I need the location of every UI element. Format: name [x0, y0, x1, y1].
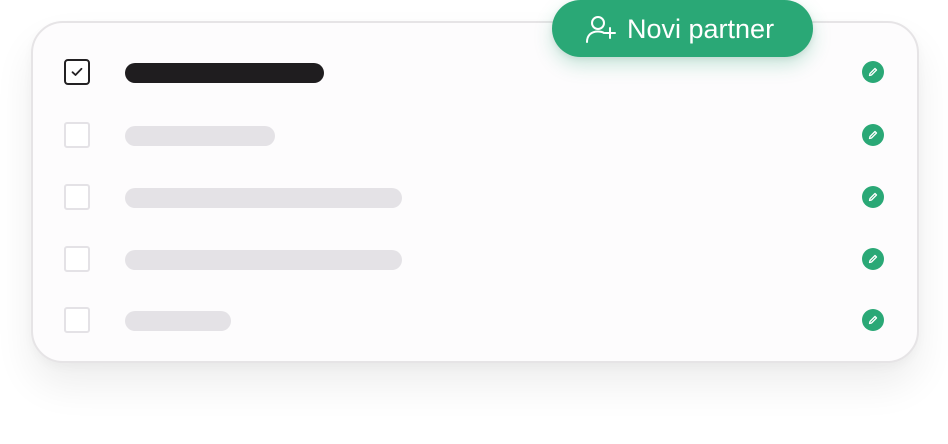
edit-button[interactable] [862, 186, 884, 208]
row-checkbox-checked[interactable] [64, 59, 90, 85]
pencil-icon [868, 67, 878, 77]
edit-button[interactable] [862, 309, 884, 331]
loading-name-placeholder [125, 311, 231, 331]
edit-button[interactable] [862, 248, 884, 270]
pencil-icon [868, 130, 878, 140]
list-item[interactable] [33, 241, 917, 281]
list-item[interactable] [33, 302, 917, 342]
list-item[interactable] [33, 117, 917, 157]
partner-list-card [31, 21, 919, 363]
new-partner-button[interactable]: Novi partner [552, 0, 813, 57]
redacted-name-placeholder [125, 63, 324, 83]
row-checkbox[interactable] [64, 307, 90, 333]
pencil-icon [868, 192, 878, 202]
checkmark-icon [71, 67, 83, 76]
pencil-icon [868, 254, 878, 264]
pencil-icon [868, 315, 878, 325]
loading-name-placeholder [125, 250, 402, 270]
stage: Novi partner [0, 0, 948, 444]
edit-button[interactable] [862, 124, 884, 146]
loading-name-placeholder [125, 126, 275, 146]
edit-button[interactable] [862, 61, 884, 83]
row-checkbox[interactable] [64, 246, 90, 272]
list-item[interactable] [33, 179, 917, 219]
loading-name-placeholder [125, 188, 402, 208]
row-checkbox[interactable] [64, 184, 90, 210]
user-plus-icon [586, 15, 616, 43]
list-item[interactable] [33, 54, 917, 94]
row-checkbox[interactable] [64, 122, 90, 148]
new-partner-label: Novi partner [627, 13, 775, 44]
